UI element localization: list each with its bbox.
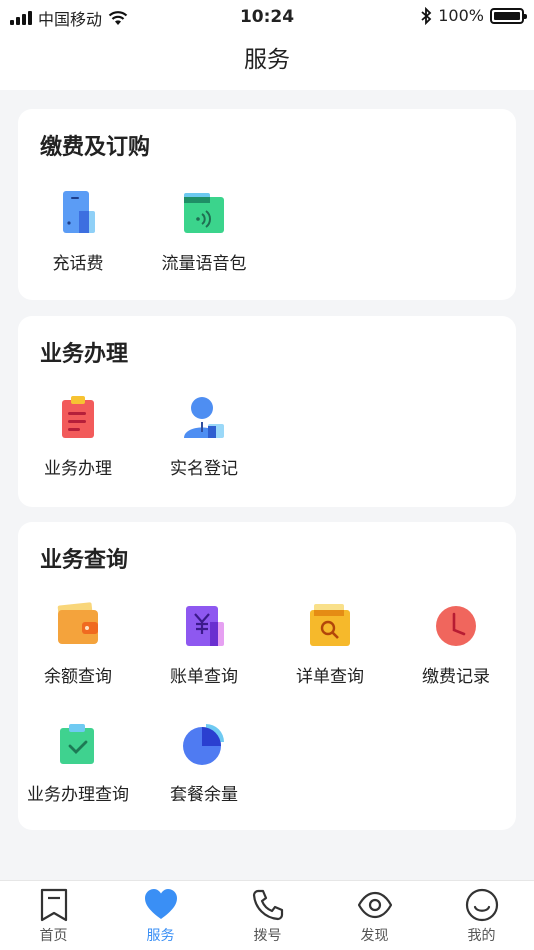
tab-label: 发现	[360, 928, 389, 944]
search-folder-icon	[310, 604, 350, 646]
tile-label: 缴费记录	[422, 667, 490, 687]
tile-business-query[interactable]: 业务办理查询	[18, 720, 138, 805]
bluetooth-icon	[421, 6, 432, 25]
tab-home[interactable]: 首页	[0, 881, 107, 950]
section-title: 业务办理	[40, 342, 129, 367]
tile-label: 账单查询	[170, 667, 238, 687]
tile-bill[interactable]: 账单查询	[144, 602, 264, 687]
tile-balance[interactable]: 余额查询	[18, 602, 138, 687]
page-title: 服务	[244, 47, 290, 73]
status-bar: 中国移动 10:24 100%	[0, 0, 534, 32]
phone-icon	[252, 889, 283, 921]
tile-label: 流量语音包	[161, 254, 247, 274]
tile-label: 实名登记	[170, 459, 238, 479]
tile-detail[interactable]: 详单查询	[270, 602, 390, 687]
section-title: 缴费及订购	[40, 135, 151, 160]
clock-icon	[436, 606, 476, 646]
wallet-icon	[57, 602, 98, 644]
section-title: 业务查询	[40, 548, 129, 573]
phone-recharge-icon	[63, 191, 95, 233]
nav-header: 服务	[0, 32, 534, 90]
section-payment: 缴费及订购 充话费 流量语音包	[18, 109, 516, 300]
section-business: 业务办理 业务办理 实名登记	[18, 316, 516, 507]
user-id-icon	[184, 397, 224, 438]
tile-realname[interactable]: 实名登记	[144, 394, 264, 479]
tile-package-balance[interactable]: 套餐余量	[144, 720, 264, 805]
yuan-bill-icon	[186, 606, 224, 646]
pie-chart-icon	[183, 724, 224, 765]
tab-label: 我的	[467, 928, 496, 944]
tile-payment-record[interactable]: 缴费记录	[396, 602, 516, 687]
status-right: 100%	[420, 6, 527, 25]
tab-bar: 首页 服务 拨号 发现 我的	[0, 880, 534, 950]
smile-icon	[465, 888, 498, 922]
tile-label: 业务办理查询	[27, 785, 129, 805]
tab-label: 首页	[39, 928, 68, 944]
tile-business-handle[interactable]: 业务办理	[18, 394, 138, 479]
tile-label: 套餐余量	[170, 785, 238, 805]
tab-label: 服务	[146, 928, 175, 944]
bookmark-icon	[40, 888, 67, 922]
tab-service[interactable]: 服务	[107, 881, 214, 950]
battery-icon	[490, 7, 527, 24]
tile-phone-recharge[interactable]: 充话费	[18, 189, 138, 274]
tile-label: 详单查询	[296, 667, 364, 687]
check-clipboard-icon	[60, 724, 94, 764]
data-voice-package-icon	[184, 193, 224, 233]
tab-discover[interactable]: 发现	[321, 881, 428, 950]
heart-icon	[144, 889, 177, 919]
tile-label: 业务办理	[44, 459, 112, 479]
tab-label: 拨号	[253, 928, 282, 944]
eye-icon	[357, 891, 392, 919]
battery-percent: 100%	[438, 6, 484, 25]
tile-label: 充话费	[52, 254, 104, 274]
tile-data-voice-package[interactable]: 流量语音包	[144, 189, 264, 274]
tab-dial[interactable]: 拨号	[214, 881, 321, 950]
tile-label: 余额查询	[44, 667, 112, 687]
clipboard-icon	[62, 396, 94, 438]
section-query: 业务查询 余额查询 账单查询 详单查询 缴费记录 业务办理查询 套餐余量	[18, 522, 516, 830]
tab-mine[interactable]: 我的	[428, 881, 534, 950]
